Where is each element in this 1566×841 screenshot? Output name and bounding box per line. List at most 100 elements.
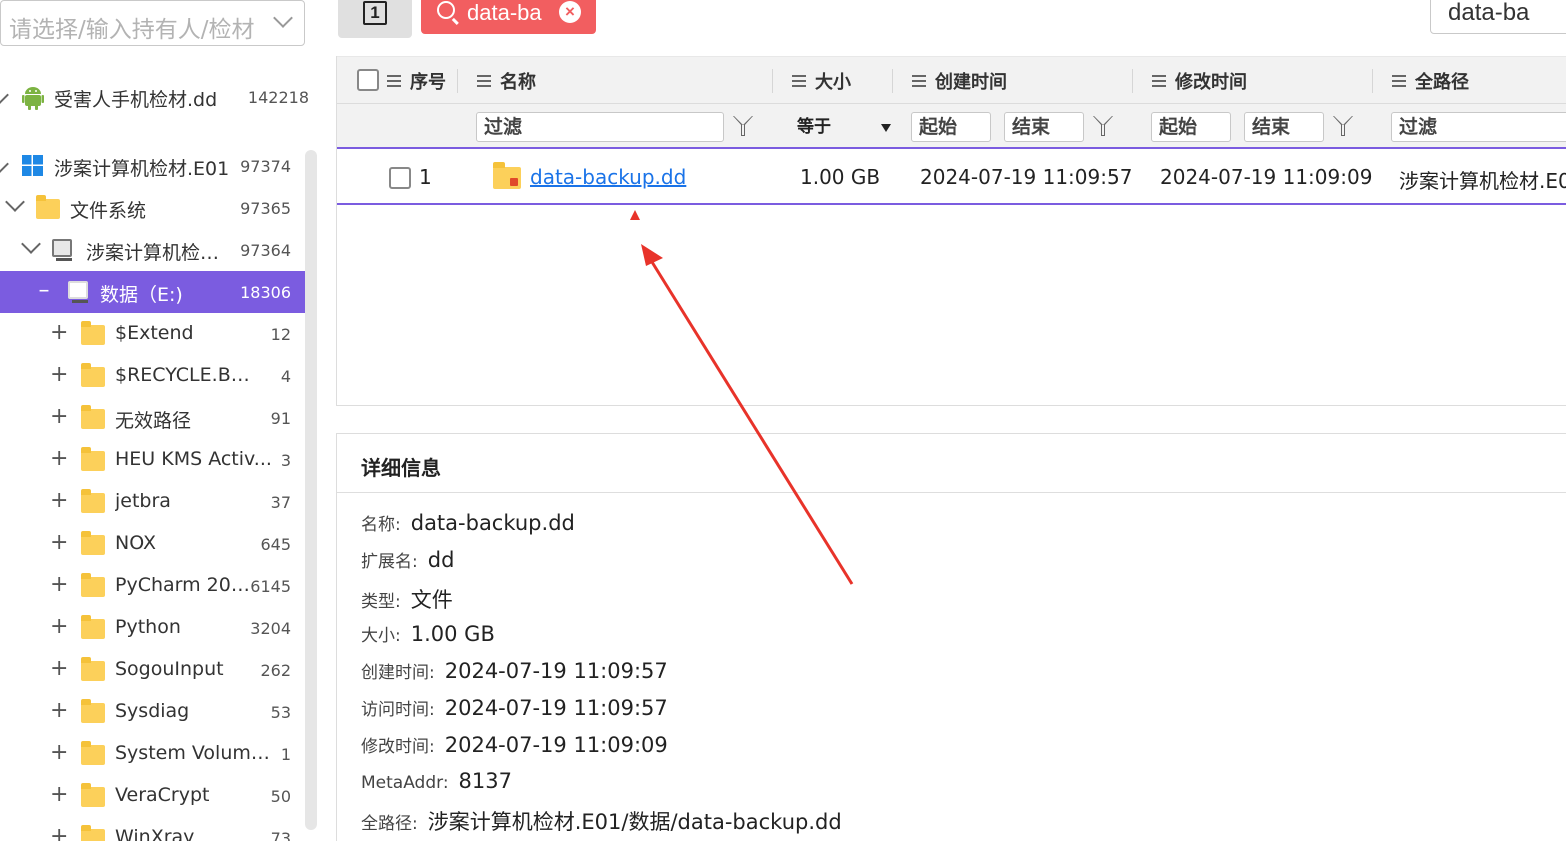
tree-node-count: 142218 <box>247 87 309 107</box>
search-input[interactable]: data-ba <box>1430 0 1566 34</box>
collapse-icon[interactable]: – <box>35 278 53 303</box>
expand-icon[interactable]: + <box>50 740 68 765</box>
tree-node-data-volume[interactable]: – 数据（E:) 18306 <box>0 271 305 313</box>
tree-node-folder[interactable]: + NOX 645 <box>0 523 305 565</box>
expand-icon[interactable]: + <box>50 530 68 555</box>
tree-node-count: 97365 <box>240 198 291 218</box>
tree-node-folder[interactable]: + VeraCrypt 50 <box>0 775 305 817</box>
tree-node-label: jetbra <box>115 490 171 512</box>
close-icon[interactable]: × <box>559 1 581 23</box>
view-toggle-button[interactable]: 1 <box>338 0 412 38</box>
tree-node-count: 262 <box>260 660 291 680</box>
tree-node-count: 6145 <box>250 576 291 596</box>
expand-icon[interactable]: + <box>50 572 68 597</box>
tree-node-label: VeraCrypt <box>115 784 210 806</box>
detail-row-type: 类型: 文件 <box>361 584 453 614</box>
expand-icon[interactable]: + <box>50 698 68 723</box>
file-name-link[interactable]: data-backup.dd <box>530 165 686 189</box>
sidebar-scrollbar[interactable] <box>305 150 317 830</box>
filter-icon[interactable] <box>1333 116 1353 138</box>
folder-icon <box>36 195 60 219</box>
tree-node-count: 645 <box>260 534 291 554</box>
tree-node-folder[interactable]: + $RECYCLE.BIN 4 <box>0 355 305 397</box>
tree-node-computer-evidence[interactable]: 涉案计算机检材.E01 97374 <box>0 145 305 187</box>
tree-node-phone-evidence[interactable]: 受害人手机检材.dd 142218 <box>0 76 309 118</box>
expand-icon[interactable]: + <box>50 614 68 639</box>
tree-node-folder[interactable]: + PyCharm 202... 6145 <box>0 565 305 607</box>
tree-node-label: 涉案计算机检材.E01 <box>54 158 230 180</box>
tree-node-folder[interactable]: + SogouInput 262 <box>0 649 305 691</box>
search-tag[interactable]: data-ba × <box>421 0 596 34</box>
folder-icon <box>81 825 105 841</box>
row-checkbox[interactable] <box>389 167 411 189</box>
column-size[interactable]: 大小 <box>792 68 851 94</box>
collapse-icon[interactable] <box>5 192 25 212</box>
folder-icon <box>81 405 105 429</box>
table-row[interactable]: 1 data-backup.dd 1.00 GB 2024-07-19 11:0… <box>337 151 1566 205</box>
created-end-input[interactable]: 结束 <box>1004 112 1084 142</box>
expand-icon[interactable]: + <box>50 320 68 345</box>
column-index[interactable]: 序号 <box>387 68 446 94</box>
path-filter-input[interactable]: 过滤 <box>1391 112 1566 142</box>
search-icon <box>437 1 455 19</box>
owner-evidence-select[interactable]: 请选择/输入持有人/检材 <box>0 0 305 46</box>
list-icon <box>1152 75 1166 87</box>
column-size-label: 大小 <box>815 72 851 93</box>
created-start-input[interactable]: 起始 <box>911 112 991 142</box>
tree-node-folder[interactable]: + $Extend 12 <box>0 313 305 355</box>
chevron-down-icon[interactable] <box>273 8 293 28</box>
column-modified[interactable]: 修改时间 <box>1152 68 1247 94</box>
tree-node-folder[interactable]: + 无效路径 91 <box>0 397 305 439</box>
detail-row-metaaddr: MetaAddr: 8137 <box>361 769 512 793</box>
size-operator-select[interactable]: 等于 <box>797 112 891 142</box>
tree-node-count: 91 <box>270 408 291 428</box>
list-icon <box>477 75 491 87</box>
column-path[interactable]: 全路径 <box>1392 68 1469 94</box>
name-filter-input[interactable]: 过滤 <box>476 112 724 142</box>
detail-key: 修改时间: <box>361 737 435 757</box>
tree-node-label: 涉案计算机检材.... <box>86 242 238 264</box>
expand-icon[interactable]: + <box>50 824 68 841</box>
folder-icon <box>81 783 105 807</box>
row-created: 2024-07-19 11:09:57 <box>920 165 1133 189</box>
column-divider[interactable] <box>772 69 773 93</box>
expand-icon[interactable]: + <box>50 488 68 513</box>
column-modified-label: 修改时间 <box>1175 72 1247 93</box>
filter-icon[interactable] <box>1093 116 1113 138</box>
column-name[interactable]: 名称 <box>477 68 536 94</box>
collapse-icon[interactable] <box>0 154 9 174</box>
detail-row-name: 名称: data-backup.dd <box>361 510 575 535</box>
detail-key: 扩展名: <box>361 552 418 572</box>
filter-icon[interactable] <box>733 116 753 138</box>
tree-node-folder[interactable]: + jetbra 37 <box>0 481 305 523</box>
collapse-icon[interactable] <box>21 234 41 254</box>
tree-node-disk-image[interactable]: 涉案计算机检材.... 97364 <box>0 229 305 271</box>
select-all-checkbox[interactable] <box>357 69 379 91</box>
expand-icon[interactable]: + <box>50 446 68 471</box>
column-divider[interactable] <box>1372 69 1373 93</box>
detail-value: 8137 <box>458 769 512 793</box>
tree-node-filesystem[interactable]: 文件系统 97365 <box>0 187 305 229</box>
modified-start-input[interactable]: 起始 <box>1151 112 1231 142</box>
list-icon <box>792 75 806 87</box>
expand-icon[interactable]: + <box>50 362 68 387</box>
tree-node-folder[interactable]: + Python 3204 <box>0 607 305 649</box>
detail-key: 访问时间: <box>361 700 435 720</box>
expand-icon[interactable]: + <box>50 404 68 429</box>
column-divider[interactable] <box>892 69 893 93</box>
tree-node-folder[interactable]: + Sysdiag 53 <box>0 691 305 733</box>
detail-row-fullpath: 全路径: 涉案计算机检材.E01/数据/data-backup.dd <box>361 806 842 836</box>
modified-end-input[interactable]: 结束 <box>1244 112 1324 142</box>
column-created[interactable]: 创建时间 <box>912 68 1007 94</box>
expand-icon[interactable]: + <box>50 656 68 681</box>
collapse-icon[interactable] <box>0 85 9 105</box>
tree-node-label: SogouInput <box>115 658 224 680</box>
detail-value: 2024-07-19 11:09:09 <box>444 733 668 757</box>
expand-icon[interactable]: + <box>50 782 68 807</box>
tree-node-folder[interactable]: + WinXray 73 <box>0 817 305 841</box>
folder-icon <box>81 531 105 555</box>
column-divider[interactable] <box>1132 69 1133 93</box>
column-divider[interactable] <box>457 69 458 93</box>
tree-node-folder[interactable]: + HEU KMS Activ... 3 <box>0 439 305 481</box>
tree-node-folder[interactable]: + System Volume ... 1 <box>0 733 305 775</box>
